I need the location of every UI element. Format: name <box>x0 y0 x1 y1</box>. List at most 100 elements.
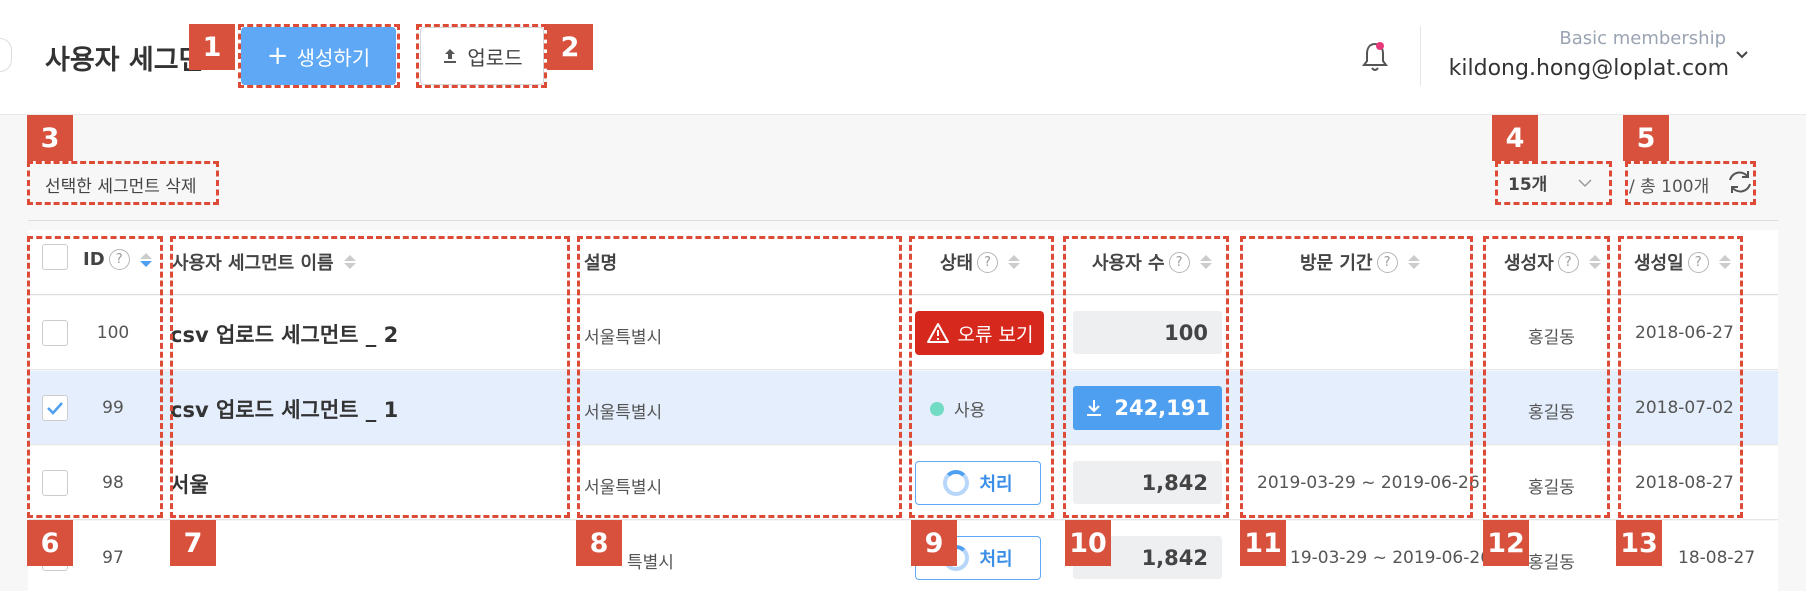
col-header-id[interactable]: ID ? <box>83 249 152 270</box>
annotation-badge: 11 <box>1240 520 1286 566</box>
sort-icon[interactable] <box>343 255 356 269</box>
annotation-badge: 10 <box>1065 520 1111 566</box>
annotation-badge: 9 <box>911 520 957 566</box>
notification-dot <box>1376 42 1384 50</box>
help-icon[interactable]: ? <box>1557 251 1579 273</box>
total-count: / 총 100개 <box>1629 177 1710 197</box>
view-error-button[interactable]: 오류 보기 <box>915 311 1044 355</box>
col-header-label: ID <box>83 249 105 270</box>
created-date: 2018-08-27 <box>1635 473 1734 493</box>
row-checkbox-checked[interactable] <box>42 395 68 421</box>
annotation-badge: 7 <box>170 520 216 566</box>
header-divider <box>1420 26 1421 86</box>
col-header-users[interactable]: 사용자 수 ? <box>1092 249 1212 275</box>
creator: 홍길동 <box>1528 478 1575 498</box>
segment-desc: 서울특별시 <box>584 328 663 348</box>
help-icon[interactable]: ? <box>1376 251 1398 273</box>
annotation-badge: 4 <box>1492 115 1538 161</box>
sort-icon[interactable] <box>1008 255 1021 269</box>
processing-button[interactable]: 처리 <box>915 461 1041 505</box>
col-header-label: 방문 기간 <box>1300 253 1373 274</box>
row-checkbox[interactable] <box>42 320 68 346</box>
col-header-name[interactable]: 사용자 세그먼트 이름 <box>172 249 356 275</box>
sort-icon[interactable] <box>1199 255 1212 269</box>
error-label: 오류 보기 <box>957 323 1034 346</box>
segment-name[interactable]: csv 업로드 세그먼트 _ 1 <box>170 394 398 424</box>
row-id: 97 <box>102 548 124 568</box>
col-header-desc: 설명 <box>584 249 617 275</box>
spinner-icon <box>943 470 970 496</box>
sort-icon[interactable] <box>139 252 152 267</box>
per-page-value: 15개 <box>1508 175 1548 195</box>
notification-bell-icon[interactable] <box>1362 41 1388 73</box>
col-header-creator[interactable]: 생성자 ? <box>1504 249 1601 275</box>
annotation-badge: 1 <box>189 24 235 70</box>
visit-period: 2019-03-29 ~ 2019-06-26 <box>1257 473 1480 493</box>
col-header-status[interactable]: 상태 ? <box>940 249 1021 275</box>
help-icon[interactable]: ? <box>1687 251 1709 273</box>
help-icon[interactable]: ? <box>977 251 999 273</box>
table-row[interactable] <box>28 446 1778 520</box>
segment-desc: 특별시 <box>627 553 674 573</box>
create-label: 생성하기 <box>296 45 371 70</box>
annotation-badge: 5 <box>1623 115 1669 161</box>
processing-label: 처리 <box>979 549 1013 570</box>
col-header-label: 설명 <box>584 253 618 274</box>
col-header-created[interactable]: 생성일 ? <box>1634 249 1731 275</box>
col-header-label: 생성자 <box>1504 253 1554 274</box>
creator: 홍길동 <box>1528 328 1575 348</box>
upload-button[interactable]: 업로드 <box>420 27 544 85</box>
user-count: 1,842 <box>1073 461 1222 504</box>
created-date: 2018-07-02 <box>1635 398 1734 418</box>
create-segment-button[interactable]: + 생성하기 <box>241 27 396 85</box>
upload-label: 업로드 <box>467 45 523 70</box>
col-header-label: 사용자 세그먼트 이름 <box>172 253 334 274</box>
created-date: 2018-06-27 <box>1635 323 1734 343</box>
user-count: 100 <box>1073 311 1222 354</box>
segment-name[interactable]: csv 업로드 세그먼트 _ 2 <box>170 319 398 349</box>
account-email[interactable]: kildong.hong@loplat.com <box>1449 56 1729 81</box>
chevron-down-icon[interactable] <box>1735 48 1749 62</box>
row-checkbox[interactable] <box>42 470 68 496</box>
annotation-badge: 8 <box>576 520 622 566</box>
sort-icon[interactable] <box>1588 255 1601 269</box>
page-title: 사용자 세그먼 <box>45 45 204 76</box>
col-header-period[interactable]: 방문 기간 ? <box>1300 249 1420 275</box>
annotation-badge: 12 <box>1483 520 1529 566</box>
creator: 홍길동 <box>1528 553 1575 573</box>
row-id: 99 <box>102 398 124 418</box>
sort-icon[interactable] <box>1718 255 1731 269</box>
divider <box>28 220 1778 221</box>
membership-label: Basic membership <box>1559 28 1726 49</box>
download-users-button[interactable]: 242,191 <box>1073 386 1222 430</box>
visit-period: 19-03-29 ~ 2019-06-26 <box>1290 548 1492 568</box>
row-id: 98 <box>102 473 124 493</box>
per-page-select[interactable]: 15개 <box>1508 170 1592 195</box>
top-header: 사용자 세그먼 + 생성하기 업로드 Basic membership kild… <box>0 0 1806 115</box>
download-icon <box>1087 400 1101 416</box>
annotation-badge: 2 <box>547 24 593 70</box>
help-icon[interactable]: ? <box>108 249 130 270</box>
creator: 홍길동 <box>1528 403 1575 423</box>
download-count: 242,191 <box>1114 396 1210 420</box>
delete-selected-button[interactable]: 선택한 세그먼트 삭제 <box>45 172 197 197</box>
chevron-down-icon <box>1578 178 1592 187</box>
plus-icon: + <box>266 41 289 71</box>
annotation-badge: 3 <box>27 115 73 161</box>
checkmark-icon <box>47 402 63 415</box>
segment-desc: 서울특별시 <box>584 403 663 423</box>
select-all-checkbox[interactable] <box>42 244 68 270</box>
status-active: 사용 <box>930 396 985 421</box>
annotation-badge: 6 <box>27 520 73 566</box>
status-dot <box>930 401 944 416</box>
col-header-label: 생성일 <box>1634 253 1684 274</box>
help-icon[interactable]: ? <box>1168 251 1190 273</box>
refresh-icon[interactable] <box>1726 168 1754 196</box>
sidebar-toggle-edge[interactable] <box>0 38 12 72</box>
sort-icon[interactable] <box>1407 255 1420 269</box>
warning-icon <box>926 323 949 343</box>
segment-name[interactable]: 서울 <box>170 469 209 499</box>
status-label: 사용 <box>954 401 986 421</box>
created-date: 18-08-27 <box>1678 548 1756 568</box>
segment-desc: 서울특별시 <box>584 478 663 498</box>
